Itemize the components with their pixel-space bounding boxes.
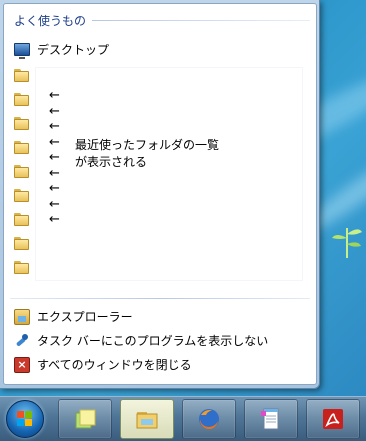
taskbar [0, 396, 366, 441]
folder-icon [14, 213, 29, 226]
explorer-icon [14, 308, 30, 325]
recent-folder-item[interactable] [14, 141, 29, 154]
folder-icon [14, 69, 29, 82]
pointer-arrow: ← [49, 88, 60, 103]
close-window-icon: × [14, 356, 30, 373]
start-button[interactable] [6, 400, 44, 438]
unpin-icon [14, 333, 30, 349]
task-label: すべてのウィンドウを閉じる [37, 358, 192, 372]
desktop-icon [14, 43, 30, 59]
folder-icon [14, 165, 29, 178]
acrobat-icon [323, 409, 343, 429]
bamboo-leaf-icon [332, 228, 362, 258]
folder-icon [14, 93, 29, 106]
pointer-arrow: ← [49, 134, 60, 150]
task-label: エクスプローラー [37, 310, 133, 324]
section-rule [92, 20, 310, 21]
pointer-arrow: ← [49, 150, 60, 165]
taskbar-sticky-notes[interactable] [58, 399, 112, 439]
pointer-arrow: ← [49, 212, 60, 227]
recent-folder-item[interactable] [14, 69, 29, 82]
task-label: タスク バーにこのプログラムを表示しない [37, 334, 269, 348]
section-header-frequent: よく使うもの [14, 12, 310, 29]
recent-folder-item[interactable] [14, 213, 29, 226]
recent-folder-item[interactable] [14, 93, 29, 106]
notepad-icon [261, 408, 279, 430]
pinned-item-label: デスクトップ [37, 43, 110, 57]
recent-folder-item[interactable] [14, 237, 29, 250]
folder-icon [14, 117, 29, 130]
recent-folder-item[interactable] [14, 117, 29, 130]
tasks-divider [10, 298, 310, 299]
pointer-arrow: ← [49, 103, 60, 119]
recent-folder-item[interactable] [14, 165, 29, 178]
pointer-arrow: ← [49, 165, 60, 181]
taskbar-notepad[interactable] [244, 399, 298, 439]
callout-text-line1: 最近使ったフォルダの一覧 [75, 138, 220, 152]
pointer-arrow: ← [49, 181, 60, 196]
folder-icon [14, 261, 29, 274]
taskbar-firefox[interactable] [182, 399, 236, 439]
task-item-close-all[interactable]: × すべてのウィンドウを閉じる [14, 356, 192, 373]
windows-start-icon [17, 411, 33, 427]
folder-icon [136, 412, 158, 429]
recent-folder-item[interactable] [14, 261, 29, 274]
pointer-arrow: ← [49, 196, 60, 212]
callout-text-line2: が表示される [75, 155, 148, 169]
folder-icon [14, 189, 29, 202]
section-title: よく使うもの [14, 14, 87, 28]
jump-list: よく使うもの デスクトップ ← ← ← ← ← ← ← ← ← 最近使ったフォルダの一覧 が表示… [0, 0, 320, 389]
taskbar-windows-explorer[interactable] [120, 399, 174, 439]
task-item-explorer[interactable]: エクスプローラー [14, 308, 133, 325]
folder-icon [14, 141, 29, 154]
recent-folders-area [35, 67, 303, 281]
folder-icon [14, 237, 29, 250]
sticky-notes-icon [75, 409, 96, 429]
recent-folder-item[interactable] [14, 189, 29, 202]
jump-list-panel: よく使うもの デスクトップ ← ← ← ← ← ← ← ← ← 最近使ったフォルダの一覧 が表示… [3, 3, 317, 385]
pinned-item-desktop[interactable]: デスクトップ [14, 41, 110, 59]
firefox-icon [199, 409, 219, 430]
task-item-unpin[interactable]: タスク バーにこのプログラムを表示しない [14, 332, 268, 349]
taskbar-acrobat[interactable] [306, 399, 360, 439]
pointer-arrow: ← [49, 119, 60, 134]
